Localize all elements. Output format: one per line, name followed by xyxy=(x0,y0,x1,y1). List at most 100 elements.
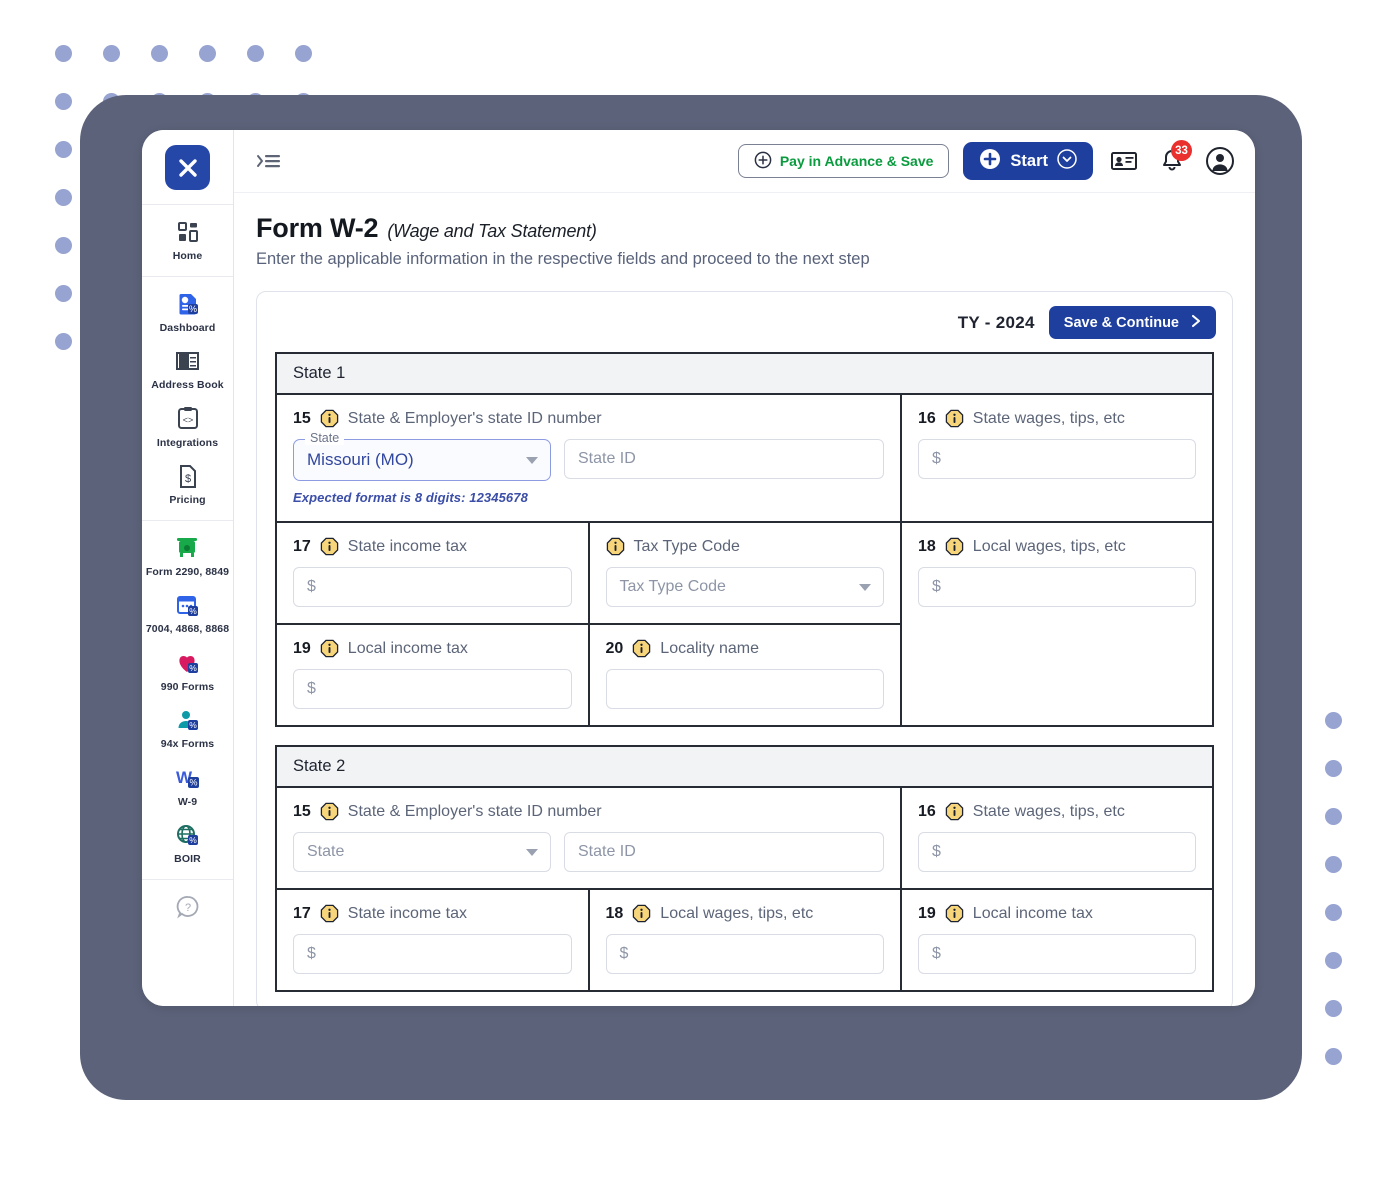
field-15-label-row: 15 State & Employer's state ID number xyxy=(293,802,884,821)
sidebar-item-dashboard[interactable]: % Dashboard xyxy=(142,284,233,342)
info-icon[interactable] xyxy=(320,537,339,556)
field-17-label-row: 17 State income tax xyxy=(293,904,572,923)
decorative-dot xyxy=(55,141,72,158)
locality-name-input[interactable] xyxy=(605,669,884,709)
decorative-dot xyxy=(55,237,72,254)
sidebar-group-tools: % Dashboard Address Book <> Integrations… xyxy=(142,275,233,520)
field-18-state-1: 18 Local wages, tips, etc $ xyxy=(900,523,1212,725)
field-19-state-2: 19 Local income tax $ xyxy=(900,890,1212,990)
grid-icon xyxy=(176,218,200,246)
sidebar-item-help[interactable]: ? xyxy=(142,887,233,932)
field-label: Locality name xyxy=(660,639,760,657)
globe-icon: % xyxy=(175,821,201,849)
info-icon[interactable] xyxy=(320,409,339,428)
state-id-input[interactable]: State ID xyxy=(564,439,884,479)
info-icon[interactable] xyxy=(320,802,339,821)
local-wages-input[interactable]: $ xyxy=(605,934,884,974)
page-title: Form W-2 (Wage and Tax Statement) xyxy=(256,213,1233,244)
sidebar-item-integrations[interactable]: <> Integrations xyxy=(142,399,233,457)
id-card-icon[interactable] xyxy=(1107,144,1141,178)
info-icon[interactable] xyxy=(945,802,964,821)
state-1-row-2b: 19 Local income tax $ 20 Locality name xyxy=(277,623,900,725)
sidebar-item-form-2290-8849[interactable]: Form 2290, 8849 xyxy=(142,528,233,586)
svg-text:%: % xyxy=(189,777,197,787)
field-17-state-1: 17 State income tax $ xyxy=(277,523,588,623)
state-id-input[interactable]: State ID xyxy=(564,832,884,872)
app-logo[interactable] xyxy=(165,145,210,190)
state-income-tax-input[interactable]: $ xyxy=(293,567,572,607)
decorative-dot xyxy=(295,45,312,62)
sidebar-item-990-forms[interactable]: % 990 Forms xyxy=(142,643,233,701)
field-label: State wages, tips, etc xyxy=(972,802,1125,820)
field-label: State income tax xyxy=(347,537,467,555)
price-tag-document-icon: $ xyxy=(177,462,199,490)
heart-icon: % xyxy=(175,649,201,677)
chevron-down-icon[interactable] xyxy=(1057,148,1077,174)
local-wages-input[interactable]: $ xyxy=(918,567,1196,607)
decorative-dot xyxy=(55,93,72,110)
field-number: 18 xyxy=(918,537,936,555)
field-18-label-row: 18 Local wages, tips, etc xyxy=(606,904,885,923)
input-placeholder: $ xyxy=(932,945,941,962)
svg-text:%: % xyxy=(188,304,196,314)
local-income-tax-input[interactable]: $ xyxy=(918,934,1196,974)
user-avatar-icon[interactable] xyxy=(1203,144,1237,178)
sidebar-item-boir[interactable]: % BOIR xyxy=(142,815,233,873)
sidebar-item-home[interactable]: Home xyxy=(142,212,233,270)
notifications-button[interactable]: 33 xyxy=(1155,140,1192,178)
local-income-tax-input[interactable]: $ xyxy=(293,669,572,709)
state-wages-input[interactable]: $ xyxy=(918,832,1196,872)
collapse-sidebar-icon[interactable] xyxy=(254,148,284,174)
top-bar: Pay in Advance & Save Start 33 xyxy=(234,130,1255,193)
field-19-label-row: 19 Local income tax xyxy=(293,639,572,658)
info-icon[interactable] xyxy=(320,639,339,658)
field-19-label-row: 19 Local income tax xyxy=(918,904,1196,923)
state-id-input-wrapper: State ID xyxy=(564,832,884,872)
sidebar-item-7004-4868-8868[interactable]: % 7004, 4868, 8868 xyxy=(142,585,233,643)
decorative-dot xyxy=(55,285,72,302)
pay-in-advance-button[interactable]: Pay in Advance & Save xyxy=(737,144,950,178)
decorative-dot xyxy=(1325,1000,1342,1017)
field-16-state-1: 16 State wages, tips, etc $ xyxy=(900,395,1212,521)
info-icon[interactable] xyxy=(606,537,625,556)
sidebar-item-w-9[interactable]: W % W-9 xyxy=(142,758,233,816)
info-icon[interactable] xyxy=(945,537,964,556)
input-placeholder: $ xyxy=(307,680,316,697)
info-icon[interactable] xyxy=(945,904,964,923)
info-icon[interactable] xyxy=(632,904,651,923)
person-tie-icon: % xyxy=(175,706,201,734)
tax-type-code-select[interactable]: Tax Type Code xyxy=(605,567,884,607)
sidebar-item-address-book[interactable]: Address Book xyxy=(142,341,233,399)
decorative-dot xyxy=(1325,856,1342,873)
field-15-state-1: 15 State & Employer's state ID number St… xyxy=(277,395,900,521)
info-icon[interactable] xyxy=(632,639,651,658)
chevron-down-icon xyxy=(526,848,538,856)
field-20-state-1: 20 Locality name xyxy=(587,625,901,725)
field-15-label-row: 15 State & Employer's state ID number xyxy=(293,409,884,428)
sidebar-item-label: 94x Forms xyxy=(160,738,215,750)
sidebar-item-94x-forms[interactable]: % 94x Forms xyxy=(142,700,233,758)
state-wages-input[interactable]: $ xyxy=(918,439,1196,479)
sidebar-item-pricing[interactable]: $ Pricing xyxy=(142,456,233,514)
info-icon[interactable] xyxy=(945,409,964,428)
field-label: State & Employer's state ID number xyxy=(347,409,602,427)
decorative-dot xyxy=(103,45,120,62)
state-1-row-1: 15 State & Employer's state ID number St… xyxy=(277,395,1212,521)
state-select[interactable]: State xyxy=(293,832,551,872)
info-icon[interactable] xyxy=(320,904,339,923)
start-label: Start xyxy=(1010,151,1048,170)
input-placeholder: $ xyxy=(307,578,316,595)
notification-badge: 33 xyxy=(1171,140,1192,161)
state-2-heading: State 2 xyxy=(277,747,1212,788)
decorative-dot xyxy=(55,333,72,350)
save-continue-button[interactable]: Save & Continue xyxy=(1048,306,1216,339)
sidebar: Home % Dashboard Address Book <> Integra… xyxy=(142,130,234,1006)
state-income-tax-input[interactable]: $ xyxy=(293,934,572,974)
decorative-dot xyxy=(1325,1048,1342,1065)
field-label: Local income tax xyxy=(972,904,1093,922)
state-select[interactable]: State Missouri (MO) xyxy=(293,431,551,481)
field-15-inputs: State State ID xyxy=(293,832,884,872)
field-number: 17 xyxy=(293,904,311,922)
svg-text:%: % xyxy=(189,606,197,616)
start-button[interactable]: Start xyxy=(963,142,1093,180)
